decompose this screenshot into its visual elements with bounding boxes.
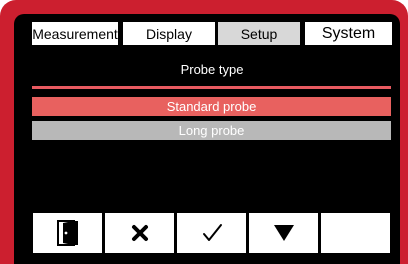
tab-setup[interactable]: Setup [218,22,300,45]
cancel-x-icon [131,225,148,241]
page-title: Probe type [180,62,244,77]
blank-function-key[interactable] [321,213,390,253]
tab-system[interactable]: System [305,22,392,45]
tab-measurement[interactable]: Measurement [32,22,118,45]
exit-button[interactable] [33,213,102,253]
arrow-down-icon [273,225,294,241]
option-standard-probe[interactable]: Standard probe [32,97,391,116]
exit-door-icon [56,220,78,246]
down-button[interactable] [249,213,318,253]
title-underline [32,86,391,89]
tab-display[interactable]: Display [123,22,215,45]
checkmark-icon [202,224,222,241]
option-long-probe[interactable]: Long probe [32,121,391,140]
confirm-button[interactable] [177,213,246,253]
cancel-button[interactable] [105,213,174,253]
